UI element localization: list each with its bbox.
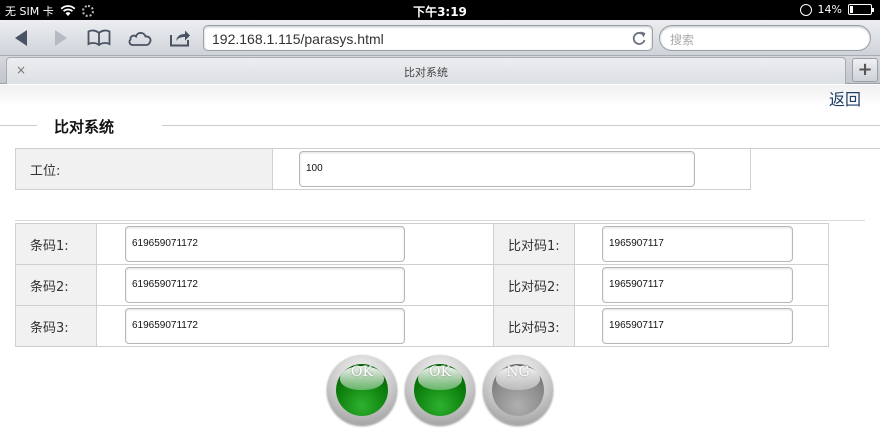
result-label-2: OK: [429, 364, 451, 380]
fieldset-border: [0, 125, 37, 126]
result-ng-button[interactable]: NG: [483, 355, 553, 425]
rotation-lock-icon: [799, 3, 812, 16]
tab-active[interactable]: × 比对系统: [6, 57, 846, 84]
section-divider: [15, 220, 865, 221]
compare-field-cell-2: 1965907117: [574, 264, 829, 306]
compare-label-1: 比对码1:: [493, 223, 575, 265]
barcode-input-3[interactable]: 619659071172: [125, 308, 405, 344]
barcode-field-cell-3: 619659071172: [96, 305, 494, 347]
station-label: 工位:: [15, 148, 273, 190]
icloud-tabs-button[interactable]: [127, 28, 153, 48]
compare-field-cell-3: 1965907117: [574, 305, 829, 347]
fieldset-border: [750, 148, 880, 149]
result-ok-button-2[interactable]: OK: [405, 355, 475, 425]
compare-label-2: 比对码2:: [493, 264, 575, 306]
back-arrow-icon: [15, 30, 27, 46]
forward-arrow-icon: [55, 30, 67, 46]
station-row: 工位: 100: [15, 148, 751, 190]
page-content: 返回 比对系统 工位: 100 条码1: 619659071172 比对码1: …: [0, 85, 880, 442]
compare-input-3[interactable]: 1965907117: [602, 308, 793, 344]
tab-title: 比对系统: [404, 66, 448, 79]
station-table: 工位: 100: [15, 148, 751, 190]
cloud-icon: [128, 32, 152, 46]
result-indicators: OK OK NG: [327, 355, 553, 425]
back-link[interactable]: 返回: [829, 86, 861, 110]
barcode-table: 条码1: 619659071172 比对码1: 1965907117 条码2: …: [15, 223, 829, 347]
compare-input-2[interactable]: 1965907117: [602, 267, 793, 303]
bookmarks-button[interactable]: [86, 28, 112, 48]
barcode-label-1: 条码1:: [15, 223, 97, 265]
barcode-input-1[interactable]: 619659071172: [125, 226, 405, 262]
table-row: 条码3: 619659071172 比对码3: 1965907117: [15, 305, 829, 347]
station-field-cell: 100: [272, 148, 751, 190]
result-label-1: OK: [351, 364, 373, 380]
share-icon: [170, 30, 190, 47]
compare-input-1[interactable]: 1965907117: [602, 226, 793, 262]
browser-toolbar: 192.168.1.115/parasys.html 搜索: [0, 20, 880, 56]
tab-strip: × 比对系统 +: [0, 56, 880, 84]
barcode-field-cell-1: 619659071172: [96, 223, 494, 265]
form-legend: 比对系统: [54, 118, 115, 136]
table-row: 条码1: 619659071172 比对码1: 1965907117: [15, 223, 829, 265]
new-tab-button[interactable]: +: [852, 58, 878, 82]
table-row: 条码2: 619659071172 比对码2: 1965907117: [15, 264, 829, 306]
address-bar[interactable]: 192.168.1.115/parasys.html: [203, 25, 653, 51]
station-input[interactable]: 100: [299, 151, 695, 187]
compare-label-3: 比对码3:: [493, 305, 575, 347]
search-input[interactable]: 搜索: [659, 25, 871, 51]
forward-button[interactable]: [50, 28, 72, 48]
reload-icon[interactable]: [630, 29, 648, 47]
book-icon: [87, 29, 111, 47]
status-bar-right: 14%: [799, 3, 874, 16]
result-label-3: NG: [506, 364, 530, 380]
share-button[interactable]: [168, 28, 192, 48]
fieldset-border: [162, 125, 880, 126]
barcode-label-3: 条码3:: [15, 305, 97, 347]
back-button[interactable]: [10, 28, 32, 48]
barcode-input-2[interactable]: 619659071172: [125, 267, 405, 303]
result-ok-button-1[interactable]: OK: [327, 355, 397, 425]
url-text: 192.168.1.115/parasys.html: [212, 31, 384, 47]
battery-icon: [848, 4, 874, 15]
barcode-field-cell-2: 619659071172: [96, 264, 494, 306]
barcode-label-2: 条码2:: [15, 264, 97, 306]
status-time: 下午3:19: [413, 5, 467, 19]
compare-field-cell-1: 1965907117: [574, 223, 829, 265]
status-bar: 无 SIM 卡 下午3:19 14%: [0, 0, 880, 20]
battery-percent: 14%: [817, 3, 842, 16]
